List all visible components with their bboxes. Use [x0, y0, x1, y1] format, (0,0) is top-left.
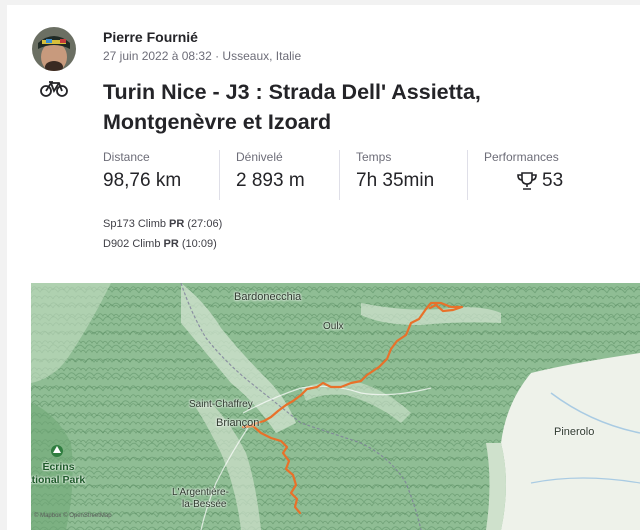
map-label-pinerolo: Pinerolo: [554, 426, 595, 438]
stat-achievements[interactable]: Performances 53: [467, 150, 587, 200]
map-attribution[interactable]: © Mapbox © OpenStreetMap: [34, 513, 112, 519]
activity-title-line-2: Montgenèvre et Izoard: [103, 110, 332, 134]
segment-achievement[interactable]: D902 Climb PR (10:09): [103, 238, 217, 250]
map-label-bardonecchia: Bardonecchia: [234, 291, 302, 303]
map-label-oulx: Oulx: [323, 321, 344, 332]
avatar[interactable]: [32, 27, 76, 71]
stat-value: 53: [542, 170, 564, 191]
map-label-park: Écrins ational Park: [31, 461, 86, 487]
segment-achievement[interactable]: Sp173 Climb PR (27:06): [103, 218, 222, 230]
stat-label: Distance: [103, 150, 150, 164]
pr-badge: PR: [169, 218, 185, 230]
stat-value: 7h 35min: [356, 170, 435, 191]
stat-time: Temps 7h 35min: [339, 150, 467, 200]
segment-time: (10:09): [181, 238, 217, 250]
segment-time: (27:06): [187, 218, 223, 230]
map-label-argentiere-2: la-Bessée: [182, 499, 227, 510]
stat-label: Dénivelé: [236, 150, 283, 164]
pr-badge: PR: [163, 238, 179, 250]
activity-title[interactable]: Turin Nice - J3 : Strada Dell' Assietta,…: [103, 77, 623, 137]
stat-distance: Distance 98,76 km: [103, 150, 219, 200]
park-name-line-1: Écrins: [42, 461, 75, 473]
segment-name: D902 Climb: [103, 238, 161, 250]
stat-label: Performances: [484, 150, 559, 164]
stat-value: 2 893 m: [236, 170, 305, 191]
trophy-icon: [517, 172, 537, 190]
map-label-saint-chaffrey: Saint-Chaffrey: [189, 399, 253, 410]
segment-name: Sp173 Climb: [103, 218, 166, 230]
stat-value: 98,76 km: [103, 170, 182, 191]
stat-label: Temps: [356, 150, 392, 164]
map-label-argentiere-1: L'Argentière-: [172, 487, 229, 498]
route-map[interactable]: Bardonecchia Oulx Saint-Chaffrey Brianço…: [31, 283, 640, 530]
activity-date-location: 27 juin 2022 à 08:32 · Usseaux, Italie: [103, 49, 302, 63]
athlete-name[interactable]: Pierre Fournié: [103, 29, 198, 45]
map-label-briancon: Briançon: [216, 417, 260, 429]
park-name-line-2: ational Park: [31, 474, 86, 486]
stat-elevation: Dénivelé 2 893 m: [219, 150, 339, 200]
activity-title-line-1: Turin Nice - J3 : Strada Dell' Assietta,: [103, 80, 481, 104]
bike-icon: [40, 81, 68, 97]
